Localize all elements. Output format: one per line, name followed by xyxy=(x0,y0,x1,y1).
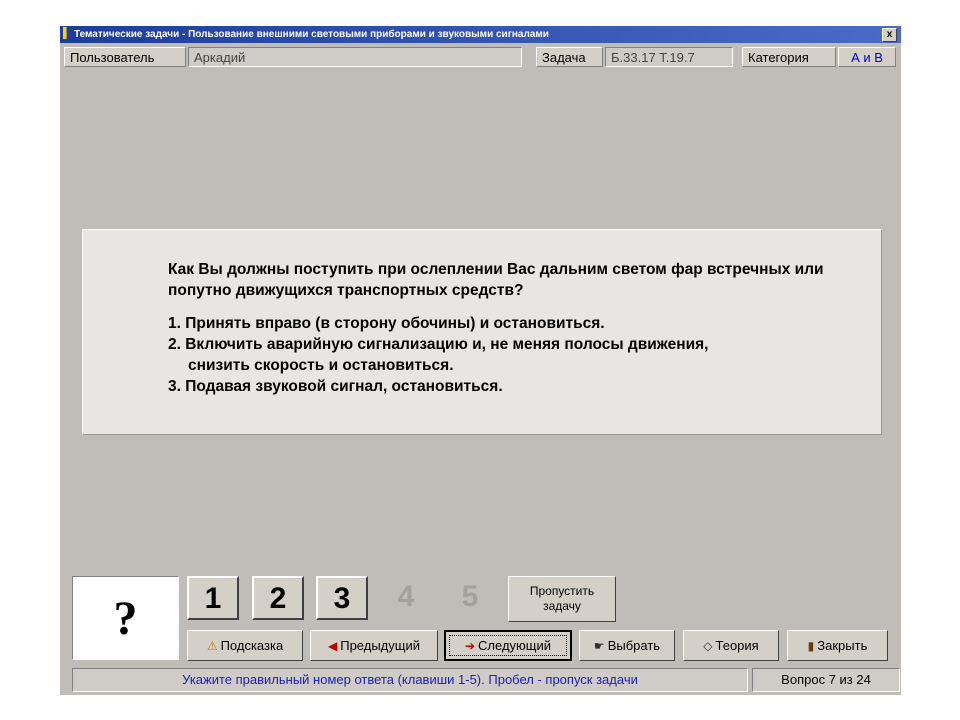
task-label: Задача xyxy=(536,47,603,67)
answer-button-5: 5 xyxy=(461,580,479,613)
info-bar: Пользователь Аркадий Задача Б.33.17 Т.19… xyxy=(60,45,901,70)
title-bar: ▌ Тематические задачи - Пользование внеш… xyxy=(60,26,901,43)
answer-button-4: 4 xyxy=(397,580,415,613)
answer-button-3[interactable]: 3 xyxy=(316,576,368,620)
answer-indicator: ? xyxy=(72,576,179,660)
theory-button[interactable]: ◇ Теория xyxy=(683,630,779,661)
close-button[interactable]: ▮ Закрыть xyxy=(787,630,888,661)
answer-option-3: 3. Подавая звуковой сигнал, остановиться… xyxy=(168,378,503,395)
answer-button-1[interactable]: 1 xyxy=(187,576,239,620)
hint-button-label: Подсказка xyxy=(220,638,284,653)
next-button[interactable]: ➔ Следующий xyxy=(444,630,572,661)
app-icon: ▌ xyxy=(63,28,71,39)
warning-icon: ⚠ xyxy=(206,639,218,653)
focus-ring xyxy=(449,635,567,656)
previous-button-label: Предыдущий xyxy=(340,638,420,653)
theory-button-label: Теория xyxy=(715,638,759,653)
answer-option-2: 2. Включить аварийную сигнализацию и, не… xyxy=(168,336,709,353)
category-label: Категория xyxy=(742,47,836,67)
status-message: Укажите правильный номер ответа (клавиши… xyxy=(72,668,748,692)
question-counter: Вопрос 7 из 24 xyxy=(752,668,900,692)
question-panel: Как Вы должны поступить при ослеплении В… xyxy=(82,229,882,435)
skip-task-button[interactable]: Пропустить задачу xyxy=(508,576,616,622)
diamond-icon: ◇ xyxy=(703,639,713,653)
category-value: А и В xyxy=(838,47,896,67)
door-icon: ▮ xyxy=(807,639,815,653)
app-window: ▌ Тематические задачи - Пользование внеш… xyxy=(60,26,901,695)
status-bar: Укажите правильный номер ответа (клавиши… xyxy=(72,668,900,692)
select-button-label: Выбрать xyxy=(607,638,661,653)
skip-task-label-line1: Пропустить xyxy=(529,584,595,598)
question-mark-icon: ? xyxy=(113,592,138,645)
question-content: Как Вы должны поступить при ослеплении В… xyxy=(168,259,858,397)
window-close-button[interactable]: x xyxy=(882,28,897,42)
hint-button[interactable]: ⚠ Подсказка xyxy=(187,630,303,661)
answer-option-1: 1. Принять вправо (в сторону обочины) и … xyxy=(168,315,605,332)
user-label: Пользователь xyxy=(64,47,186,67)
task-value: Б.33.17 Т.19.7 xyxy=(605,47,733,67)
select-icon: ☛ xyxy=(593,639,605,653)
answer-button-2[interactable]: 2 xyxy=(252,576,304,620)
window-title: Тематические задачи - Пользование внешни… xyxy=(74,29,549,40)
user-value: Аркадий xyxy=(188,47,522,67)
question-text: Как Вы должны поступить при ослеплении В… xyxy=(168,261,824,299)
answer-option-2-continued: снизить скорость и остановиться. xyxy=(188,357,454,374)
close-button-label: Закрыть xyxy=(817,638,868,653)
previous-button[interactable]: ◀ Предыдущий xyxy=(310,630,438,661)
select-button[interactable]: ☛ Выбрать xyxy=(579,630,675,661)
arrow-left-icon: ◀ xyxy=(328,639,338,653)
skip-task-label-line2: задачу xyxy=(543,599,581,613)
